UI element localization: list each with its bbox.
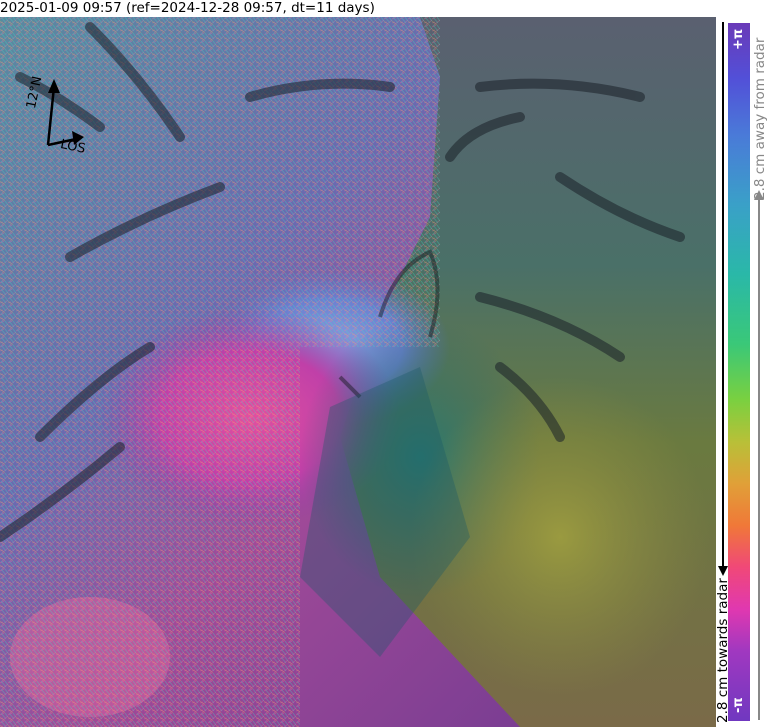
towards-arrow-icon (718, 566, 728, 576)
north-arrow-icon (46, 79, 84, 147)
away-arrow-line (758, 200, 760, 720)
colorbar-min-label: -π (731, 697, 746, 713)
towards-arrow-line (722, 22, 724, 568)
interferogram-map: 12°N LOS (0, 17, 716, 727)
colorbar-max-label: +π (731, 28, 746, 50)
page-title: 2025-01-09 09:57 (ref=2024-12-28 09:57, … (0, 0, 375, 16)
phase-colorbar (728, 23, 750, 721)
interferogram-viewer: 2025-01-09 09:57 (ref=2024-12-28 09:57, … (0, 0, 768, 727)
north-arrow: 12°N LOS (2, 67, 112, 167)
away-from-radar-label: 2.8 cm away from radar (752, 37, 768, 200)
